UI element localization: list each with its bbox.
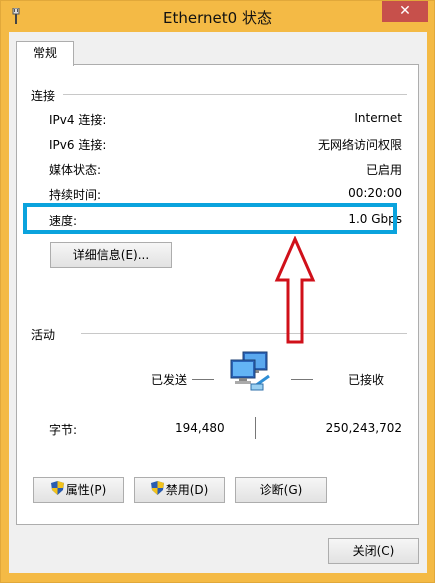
disable-button-label: 禁用(D) <box>165 483 209 497</box>
details-button[interactable]: 详细信息(E)... <box>50 242 172 268</box>
duration-label: 持续时间: <box>49 188 102 202</box>
diagnose-button[interactable]: 诊断(G) <box>235 477 327 503</box>
close-button[interactable]: 关闭(C) <box>328 538 419 564</box>
general-panel: 连接 IPv4 连接: Internet IPv6 连接: 无网络访问权限 媒体… <box>16 64 419 525</box>
duration-value: 00:20:00 <box>348 186 402 200</box>
sent-line <box>192 379 214 380</box>
uac-shield-icon <box>50 479 64 503</box>
up-arrow-annotation <box>274 235 316 349</box>
uac-shield-icon <box>150 479 164 503</box>
connection-section-title: 连接 <box>31 89 56 103</box>
network-computers-icon <box>229 350 277 397</box>
ipv4-label: IPv4 连接: <box>49 113 107 127</box>
media-state-value: 已启用 <box>365 163 402 177</box>
window-close-button[interactable]: ✕ <box>382 1 428 22</box>
bytes-separator <box>255 417 256 439</box>
activity-section-title: 活动 <box>31 328 56 342</box>
window-title: Ethernet0 状态 <box>163 9 272 27</box>
ipv6-label: IPv6 连接: <box>49 138 107 152</box>
title-bar[interactable]: Ethernet0 状态 ✕ <box>1 1 434 31</box>
status-window: Ethernet0 状态 ✕ 常规 连接 IPv4 连接: Internet I… <box>0 0 435 583</box>
activity-divider <box>81 333 407 334</box>
bytes-label: 字节: <box>49 423 78 437</box>
tab-general[interactable]: 常规 <box>16 41 74 66</box>
properties-button-label: 属性(P) <box>65 483 107 497</box>
received-label: 已接收 <box>348 373 385 387</box>
speed-highlight-box <box>23 203 397 234</box>
received-line <box>291 379 313 380</box>
media-state-label: 媒体状态: <box>49 163 102 177</box>
connection-divider <box>63 94 407 95</box>
properties-button[interactable]: 属性(P) <box>33 477 124 503</box>
ipv6-value: 无网络访问权限 <box>317 138 402 152</box>
sent-label: 已发送 <box>151 373 188 387</box>
ipv4-value: Internet <box>354 111 402 125</box>
dialog-body: 常规 连接 IPv4 连接: Internet IPv6 连接: 无网络访问权限… <box>9 32 427 573</box>
disable-button[interactable]: 禁用(D) <box>134 477 225 503</box>
bytes-sent-value: 194,480 <box>175 421 225 435</box>
bytes-received-value: 250,243,702 <box>325 421 402 435</box>
